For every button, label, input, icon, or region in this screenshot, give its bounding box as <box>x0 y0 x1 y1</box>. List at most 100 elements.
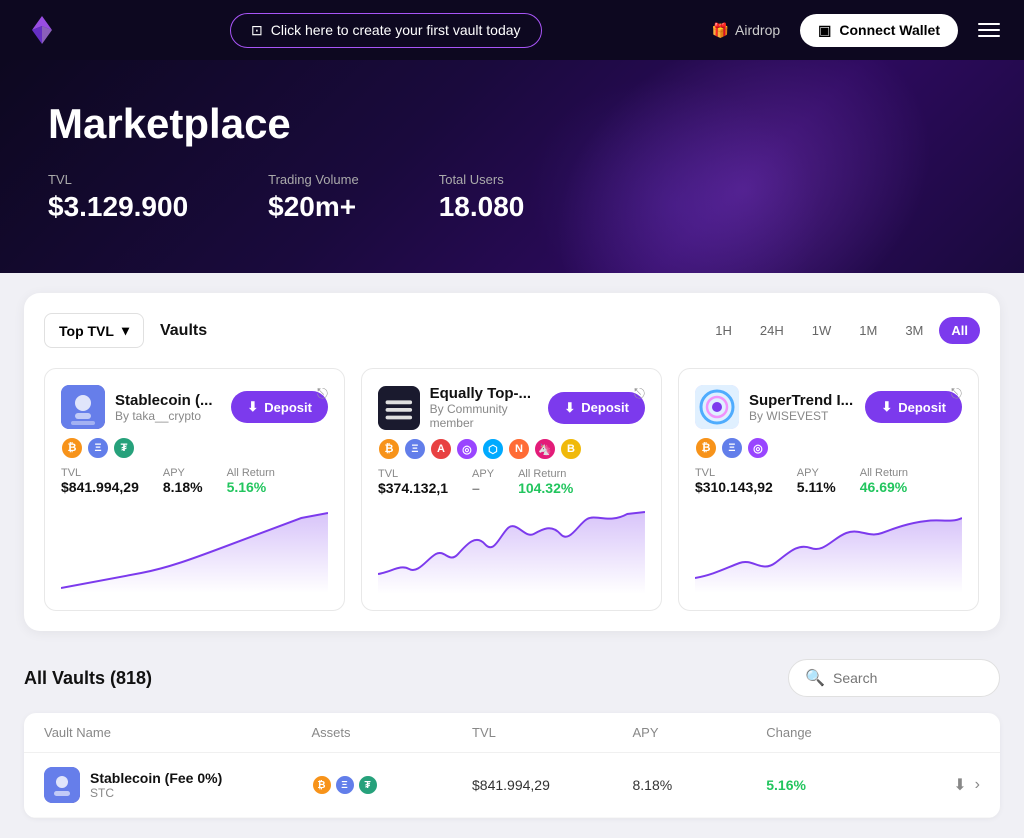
stat-volume-label: Trading Volume <box>268 172 359 187</box>
vault-card-name-1: Stablecoin (... <box>115 392 213 409</box>
stat-volume-value: $20m+ <box>268 191 359 223</box>
vault-row-ticker-1: STC <box>90 786 222 800</box>
chart-area-2 <box>378 504 645 594</box>
filter-1m[interactable]: 1M <box>847 317 889 344</box>
vault-avatar-3 <box>695 385 739 429</box>
metric-apy-value-1: 8.18% <box>163 479 203 495</box>
download-btn-1[interactable]: ⬇ <box>953 775 966 795</box>
metric-apy-label-3: APY <box>797 467 836 479</box>
top-tvl-dropdown[interactable]: Top TVL ▾ <box>44 313 144 348</box>
airdrop-button[interactable]: 🎁 Airdrop <box>712 22 781 39</box>
deposit-btn-1[interactable]: ⬇ Deposit <box>231 391 328 423</box>
token-btc: ₿ <box>61 437 83 459</box>
connect-wallet-button[interactable]: ▣ Connect Wallet <box>800 14 958 47</box>
vault-card-supertrend: SuperTrend I... By WISEVEST ⬇ Deposit ₿ … <box>678 368 979 611</box>
download-icon-3: ⬇ <box>881 399 892 415</box>
metric-tvl-label-1: TVL <box>61 467 139 479</box>
vault-card-name-2: Equally Top-... <box>430 385 549 402</box>
external-link-icon-2[interactable]: ⎋ <box>634 385 645 402</box>
external-link-icon-1[interactable]: ⎋ <box>317 385 328 402</box>
hero-stats: TVL $3.129.900 Trading Volume $20m+ Tota… <box>48 172 976 223</box>
metric-return-2: All Return 104.32% <box>518 468 573 496</box>
row-actions-1: ⬇ › <box>900 775 980 795</box>
hamburger-menu[interactable] <box>978 23 1000 37</box>
stat-users-label: Total Users <box>439 172 525 187</box>
supertrend-avatar-img <box>695 385 739 429</box>
asset-usdt: ₮ <box>358 775 378 795</box>
filter-1w[interactable]: 1W <box>800 317 844 344</box>
logo-icon <box>24 12 60 48</box>
filter-3m[interactable]: 3M <box>893 317 935 344</box>
vault-name-wrapper-2: Equally Top-... By Community member <box>430 385 549 430</box>
token-avax-2: A <box>430 438 452 460</box>
all-vaults-title: All Vaults (818) <box>24 668 152 689</box>
chart-svg-3 <box>695 503 962 593</box>
metric-apy-label-2: APY <box>472 468 494 480</box>
vault-card-header-1: Stablecoin (... By taka__crypto ⬇ Deposi… <box>61 385 328 429</box>
col-assets: Assets <box>312 725 473 740</box>
vault-tokens-2: ₿ Ξ A ◎ ⬡ N 🦄 B <box>378 438 645 460</box>
token-eth: Ξ <box>87 437 109 459</box>
col-tvl: TVL <box>472 725 633 740</box>
change-cell-1: 5.16% <box>766 777 900 793</box>
vault-card-info-1: Stablecoin (... By taka__crypto <box>61 385 213 429</box>
vault-metrics-3: TVL $310.143,92 APY 5.11% All Return 46.… <box>695 467 962 495</box>
vault-name-wrapper-3: SuperTrend I... By WISEVEST <box>749 392 853 423</box>
stat-users-value: 18.080 <box>439 191 525 223</box>
chevron-down-icon: ▾ <box>122 322 129 339</box>
token-sol-3: ◎ <box>747 437 769 459</box>
assets-cell-1: ₿ Ξ ₮ <box>312 775 473 795</box>
table-header-row: All Vaults (818) 🔍 <box>24 659 1000 697</box>
external-link-icon-3[interactable]: ⎋ <box>951 385 962 402</box>
navbar-right: 🎁 Airdrop ▣ Connect Wallet <box>712 14 1000 47</box>
stat-tvl-value: $3.129.900 <box>48 191 188 223</box>
vault-card-header-3: SuperTrend I... By WISEVEST ⬇ Deposit <box>695 385 962 429</box>
metric-return-label-1: All Return <box>227 467 275 479</box>
vault-card-stablecoin: Stablecoin (... By taka__crypto ⬇ Deposi… <box>44 368 345 611</box>
download-icon-1: ⬇ <box>247 399 258 415</box>
metric-tvl-value-3: $310.143,92 <box>695 479 773 495</box>
filter-24h[interactable]: 24H <box>748 317 796 344</box>
create-vault-cta[interactable]: ⊡ Click here to create your first vault … <box>230 13 542 48</box>
main-content: Top TVL ▾ Vaults 1H 24H 1W 1M 3M All <box>0 273 1024 838</box>
asset-eth: Ξ <box>335 775 355 795</box>
metric-tvl-value-2: $374.132,1 <box>378 480 448 496</box>
search-input[interactable] <box>833 670 983 686</box>
vault-card-by-2: By Community member <box>430 402 549 430</box>
deposit-btn-3[interactable]: ⬇ Deposit <box>865 391 962 423</box>
token-near-2: N <box>508 438 530 460</box>
metric-tvl-1: TVL $841.994,29 <box>61 467 139 495</box>
time-filters: 1H 24H 1W 1M 3M All <box>703 317 980 344</box>
metric-return-3: All Return 46.69% <box>860 467 908 495</box>
vault-card-header-2: Equally Top-... By Community member ⬇ De… <box>378 385 645 430</box>
filter-1h[interactable]: 1H <box>703 317 744 344</box>
table-header: Vault Name Assets TVL APY Change <box>24 713 1000 753</box>
metric-tvl-label-3: TVL <box>695 467 773 479</box>
metric-apy-2: APY – <box>472 468 494 496</box>
metric-apy-value-3: 5.11% <box>797 479 836 495</box>
vault-card-info-3: SuperTrend I... By WISEVEST <box>695 385 853 429</box>
col-actions <box>900 725 980 740</box>
vault-row-name-cell: Stablecoin (Fee 0%) STC <box>44 767 312 803</box>
col-vault-name: Vault Name <box>44 725 312 740</box>
vault-tokens-3: ₿ Ξ ◎ <box>695 437 962 459</box>
metric-return-value-2: 104.32% <box>518 480 573 496</box>
token-bnb-2: B <box>560 438 582 460</box>
vault-name-wrapper-1: Stablecoin (... By taka__crypto <box>115 392 213 423</box>
vaults-card: Top TVL ▾ Vaults 1H 24H 1W 1M 3M All <box>24 293 1000 631</box>
equally-avatar-img <box>378 386 420 430</box>
apy-cell-1: 8.18% <box>633 777 767 793</box>
download-icon-2: ⬇ <box>564 400 575 416</box>
filter-all[interactable]: All <box>939 317 980 344</box>
hero-title: Marketplace <box>48 100 976 148</box>
vault-cards-row: Stablecoin (... By taka__crypto ⬇ Deposi… <box>44 368 980 611</box>
deposit-btn-2[interactable]: ⬇ Deposit <box>548 392 645 424</box>
search-box: 🔍 <box>788 659 1000 697</box>
metric-tvl-value-1: $841.994,29 <box>61 479 139 495</box>
arrow-btn-1[interactable]: › <box>975 776 980 794</box>
chart-svg-1 <box>61 503 328 593</box>
asset-btc: ₿ <box>312 775 332 795</box>
chart-area-3 <box>695 503 962 593</box>
metric-tvl-3: TVL $310.143,92 <box>695 467 773 495</box>
stat-volume: Trading Volume $20m+ <box>268 172 359 223</box>
